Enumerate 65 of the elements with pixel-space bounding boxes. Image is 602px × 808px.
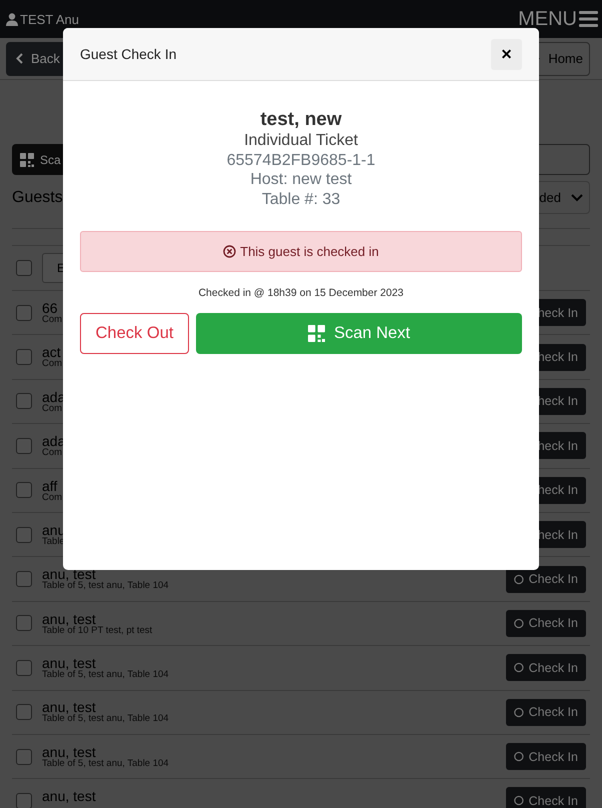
- scan-next-button[interactable]: Scan Next: [196, 313, 522, 354]
- guest-detail: Com: [42, 404, 62, 414]
- circle-icon: [514, 794, 524, 808]
- guest-detail: Table of 5, test anu, Table 104: [42, 758, 169, 768]
- user-label: TEST Anu: [6, 12, 80, 26]
- checkbox[interactable]: [16, 571, 32, 588]
- guest-name: anu, test: [42, 567, 96, 582]
- checkbox[interactable]: [16, 304, 32, 321]
- dialog-title: Guest Check In: [80, 46, 176, 62]
- circle-icon: [514, 661, 524, 674]
- menu-button[interactable]: MENU: [518, 8, 598, 30]
- guest-name: aff: [42, 478, 58, 492]
- circle-icon: [514, 750, 524, 764]
- guest-name: anu, test: [42, 744, 96, 759]
- guest-name: anu, test: [42, 700, 96, 714]
- qr-icon: [308, 325, 325, 342]
- qr-icon: [20, 152, 34, 166]
- checkbox[interactable]: [16, 526, 32, 543]
- checked-in-time: Checked in @ 18h39 on 15 December 2023: [198, 287, 404, 299]
- circle-icon: [514, 616, 524, 630]
- close-button[interactable]: ×: [491, 38, 522, 70]
- guest-name: test, new: [260, 109, 342, 131]
- checkbox[interactable]: [16, 704, 32, 720]
- menu-icon: [579, 11, 598, 27]
- guest-name: anu, test: [42, 656, 96, 670]
- user-icon: [6, 12, 18, 26]
- circle-icon: [514, 572, 524, 586]
- ticket-code: 65574B2FB9685-1-1: [226, 150, 376, 170]
- circle-icon: [514, 706, 524, 719]
- guest-name: anu, test: [42, 612, 96, 626]
- guest-name: 66: [42, 300, 58, 315]
- check-in-button[interactable]: Check In: [506, 654, 586, 682]
- check-in-button[interactable]: Check In: [506, 698, 586, 726]
- ticket-type: Individual Ticket: [244, 131, 358, 150]
- guest-detail: Table of 10 PT test, pt test: [42, 626, 152, 636]
- guests-heading: Guests: [12, 188, 63, 206]
- alert-text: This guest is checked in: [240, 244, 379, 259]
- guest-name: anu, test: [42, 789, 96, 804]
- checkbox[interactable]: [16, 615, 32, 632]
- checkbox[interactable]: [16, 660, 32, 676]
- guest-detail: Com: [42, 314, 62, 324]
- check-in-button[interactable]: Check In: [506, 787, 586, 808]
- guest-detail: Table of 5, test anu, Table 104: [42, 581, 169, 591]
- checkbox[interactable]: [16, 792, 32, 808]
- check-in-button[interactable]: Check In: [506, 743, 586, 770]
- guest-detail: Table of 5, test anu, Table 104: [42, 670, 169, 680]
- check-in-button[interactable]: Check In: [506, 566, 586, 593]
- guest-name: act: [42, 345, 61, 360]
- checkbox[interactable]: [16, 748, 32, 765]
- guest-detail: Table of 5, test anu, Table 104: [42, 714, 169, 724]
- chevron-left-icon: [16, 53, 23, 64]
- checkbox[interactable]: [16, 393, 32, 410]
- guest-detail: Com: [42, 359, 62, 369]
- table-label: Table #: 33: [262, 190, 340, 209]
- check-out-button[interactable]: Check Out: [80, 313, 189, 354]
- checkbox[interactable]: [16, 349, 32, 366]
- guest-detail: Com: [42, 448, 62, 458]
- checkbox[interactable]: [16, 260, 32, 276]
- chevron-down-icon: [571, 194, 583, 202]
- guest-detail: Com: [42, 492, 62, 502]
- checkbox[interactable]: [16, 438, 32, 454]
- circle-x-icon: [223, 245, 236, 258]
- check-in-button[interactable]: Check In: [506, 610, 586, 637]
- host-label: Host: new test: [250, 170, 352, 190]
- checkbox[interactable]: [16, 482, 32, 498]
